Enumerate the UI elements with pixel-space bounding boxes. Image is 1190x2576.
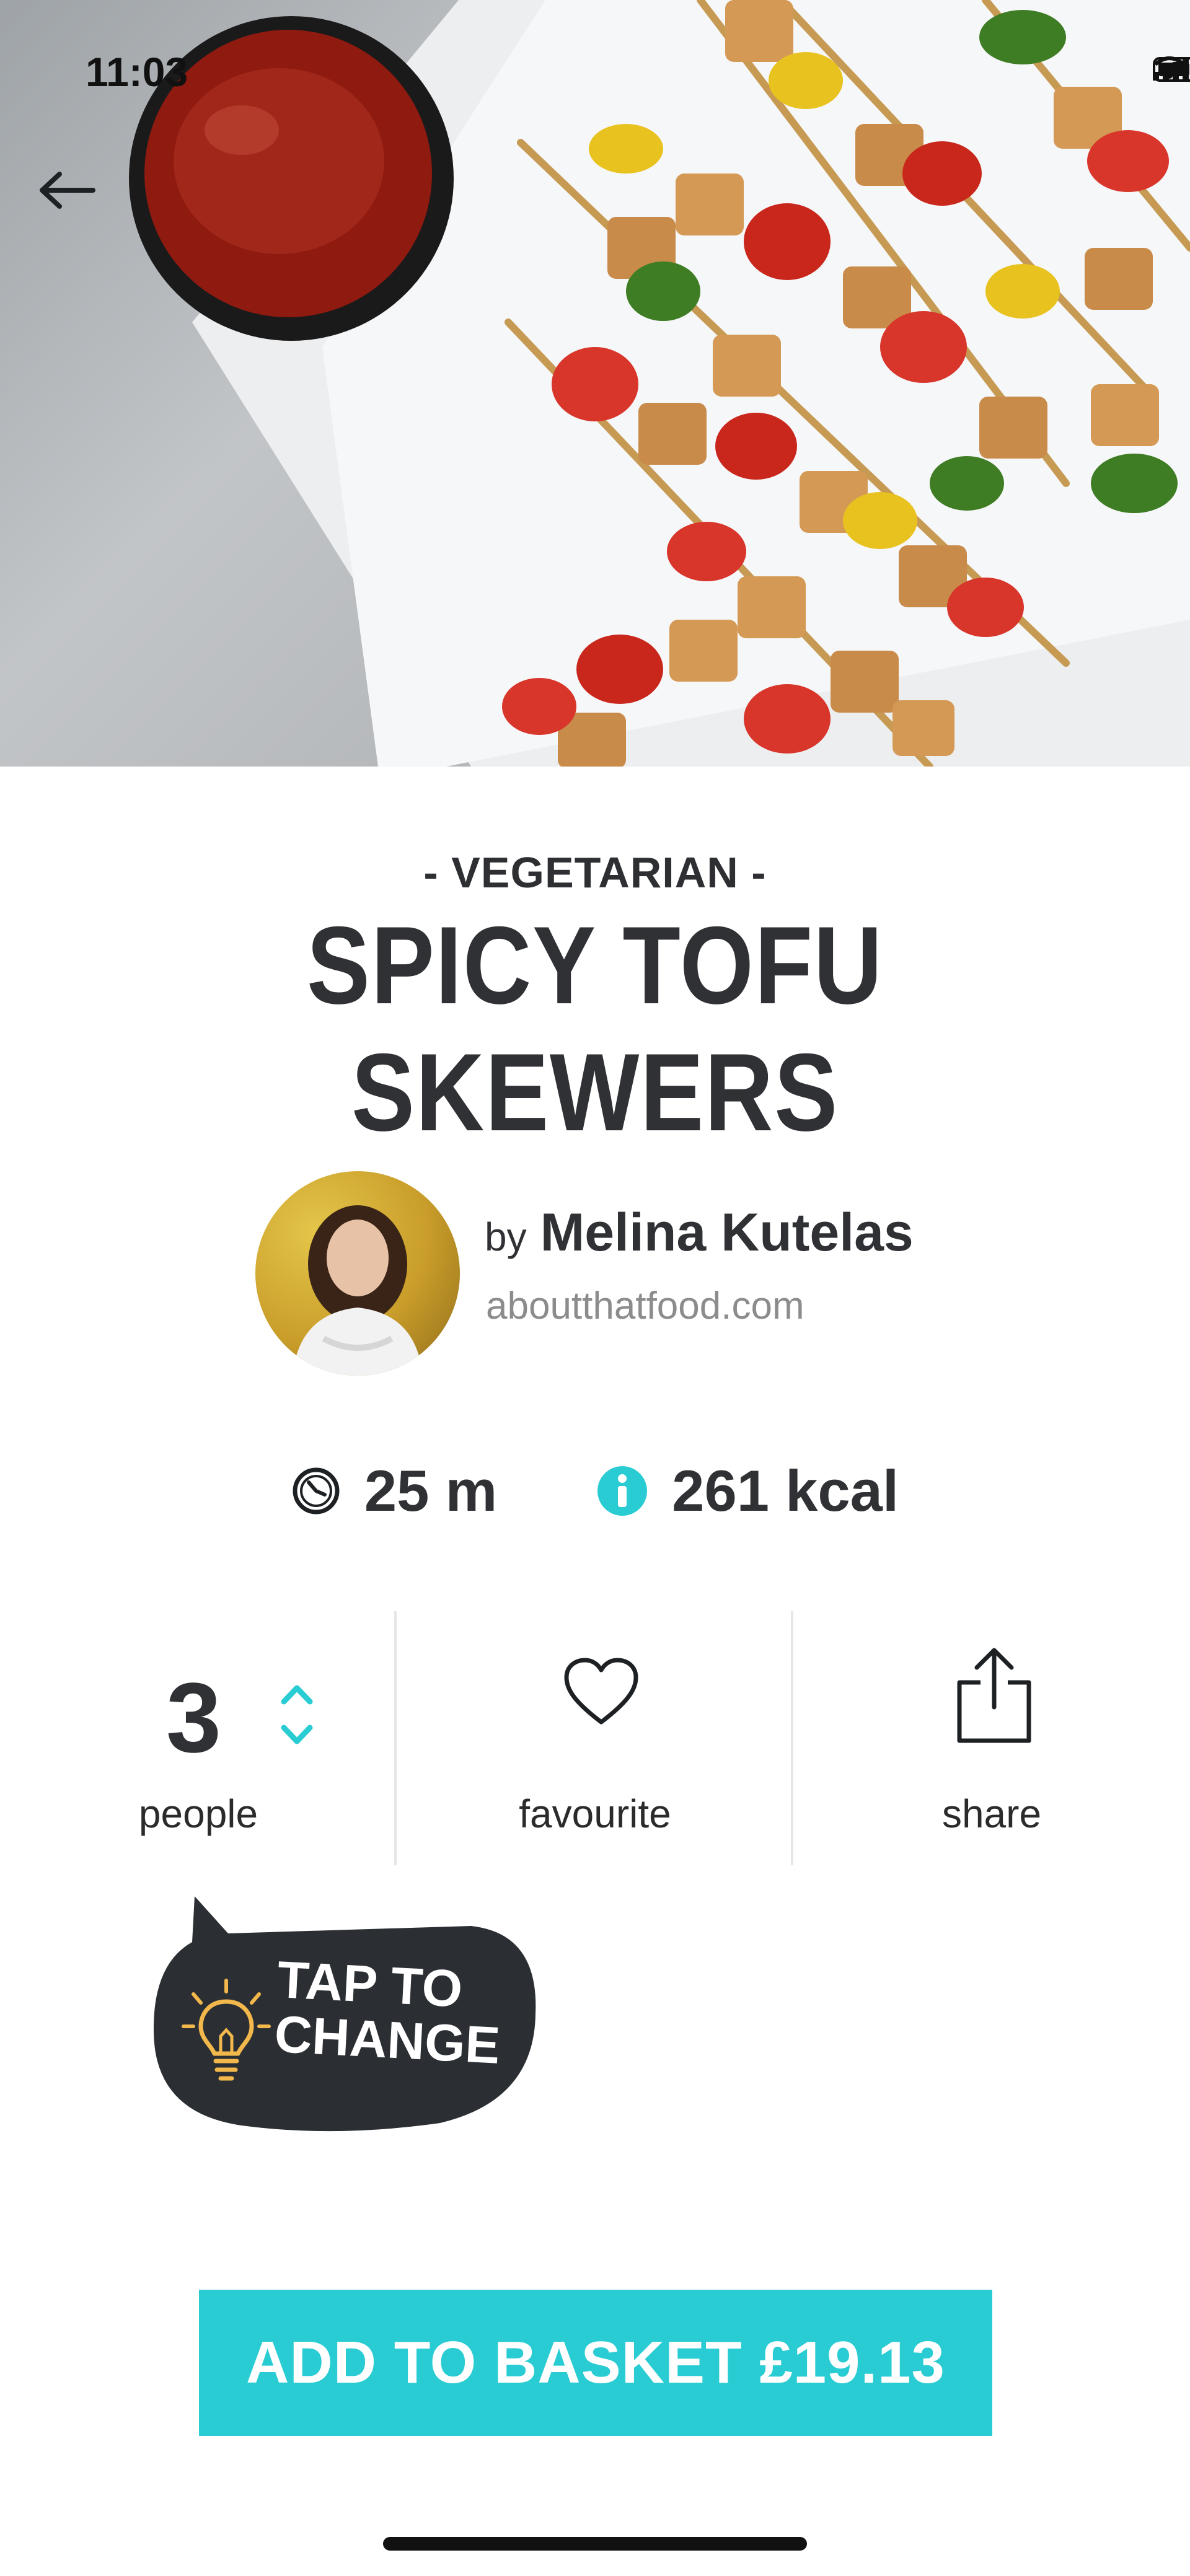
home-indicator[interactable] bbox=[383, 2537, 807, 2551]
recipe-category: - VEGETARIAN - bbox=[423, 848, 767, 897]
calories-stat[interactable]: 261 kcal bbox=[596, 1457, 899, 1524]
calories-value: 261 kcal bbox=[672, 1458, 899, 1523]
info-icon[interactable] bbox=[596, 1465, 648, 1517]
cook-time-stat: 25 m bbox=[291, 1457, 497, 1524]
clock-icon bbox=[293, 1467, 340, 1514]
servings-control[interactable]: 3 people bbox=[0, 1611, 397, 1865]
recipe-stats: 25 m 261 kcal bbox=[0, 1457, 1190, 1524]
chevron-up-down-icon[interactable] bbox=[275, 1681, 319, 1749]
people-label: people bbox=[138, 1791, 258, 1836]
recipe-title: SPICY TOFU SKEWERS bbox=[306, 903, 884, 1154]
back-button[interactable] bbox=[37, 170, 105, 239]
tooltip-text: TAP TO CHANGE bbox=[273, 1950, 527, 2075]
author-website-link[interactable]: aboutthatfood.com bbox=[486, 1284, 804, 1328]
cook-time-value: 25 m bbox=[364, 1458, 498, 1523]
author-byline: by Melina Kutelas bbox=[485, 1202, 914, 1264]
hero-food-photo bbox=[129, 0, 1190, 767]
by-label: by bbox=[485, 1215, 527, 1259]
tap-to-change-tooltip: TAP TO CHANGE bbox=[149, 1896, 545, 2132]
add-to-basket-button[interactable]: ADD TO BASKET £19.13 bbox=[199, 2290, 992, 2436]
author-name[interactable]: Melina Kutelas bbox=[540, 1202, 914, 1264]
people-count: 3 bbox=[166, 1662, 221, 1773]
heart-icon bbox=[564, 1658, 638, 1725]
tooltip-line-2: CHANGE bbox=[273, 2005, 502, 2075]
lightbulb-icon bbox=[182, 1979, 271, 2081]
arrow-left-icon bbox=[40, 172, 95, 209]
share-icon bbox=[957, 1648, 1031, 1743]
status-bar-time: 11:03 bbox=[86, 49, 188, 95]
recipe-hero-image: 11:03 bbox=[0, 0, 1190, 767]
battery-icon bbox=[1153, 57, 1190, 82]
share-button[interactable]: share bbox=[793, 1611, 1190, 1865]
author-avatar[interactable] bbox=[255, 1171, 460, 1376]
favourite-label: favourite bbox=[519, 1791, 671, 1836]
author-photo bbox=[293, 1205, 423, 1376]
recipe-actions: 3 people favourite share bbox=[0, 1611, 1190, 1865]
favourite-button[interactable]: favourite bbox=[397, 1611, 793, 1865]
share-label: share bbox=[941, 1791, 1042, 1836]
